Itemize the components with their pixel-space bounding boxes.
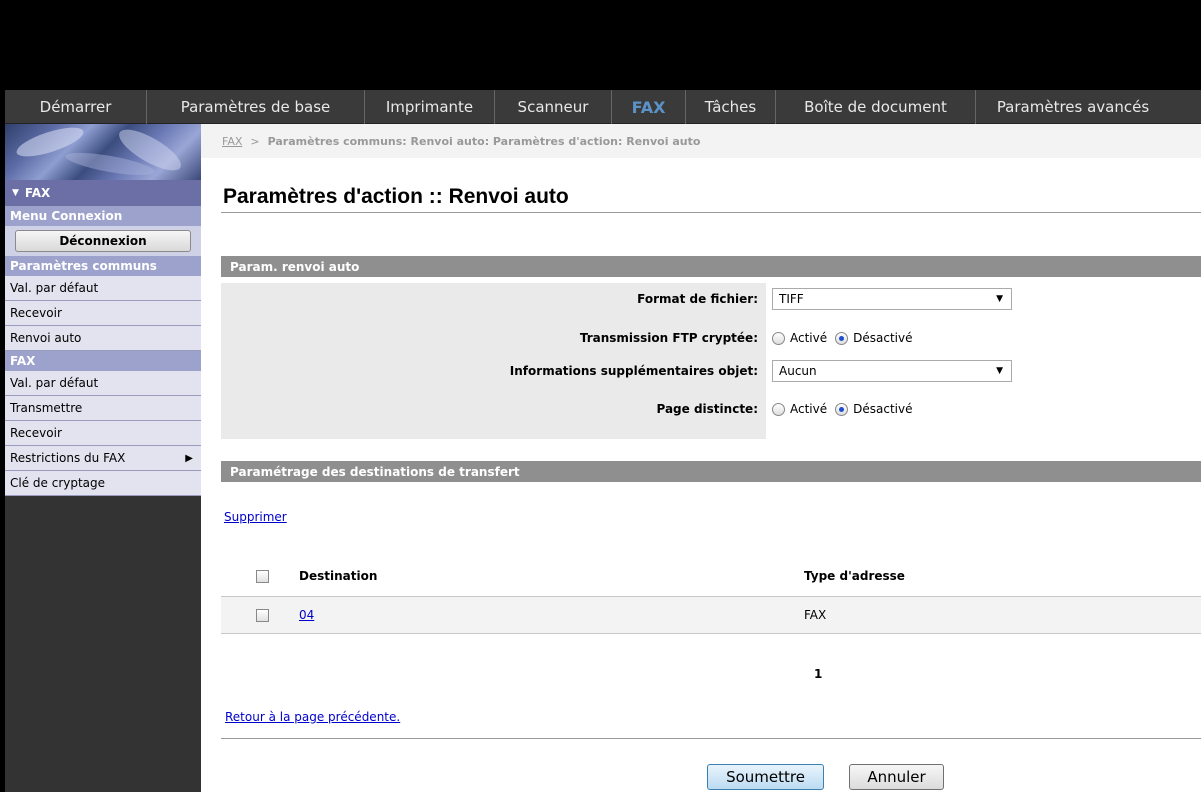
tab-demarrer[interactable]: Démarrer bbox=[5, 90, 147, 124]
file-format-label: Format de fichier: bbox=[637, 292, 758, 306]
bottom-divider bbox=[221, 738, 1201, 739]
cancel-button[interactable]: Annuler bbox=[849, 764, 944, 790]
tab-scanneur[interactable]: Scanneur bbox=[495, 90, 612, 124]
pagination-current-page[interactable]: 1 bbox=[814, 667, 822, 681]
separate-page-row: Page distincte: Activé Désactivé bbox=[221, 393, 1201, 425]
sidebar-item-auto-forward[interactable]: Renvoi auto bbox=[5, 326, 201, 351]
sidebar-item-transmit[interactable]: Transmettre bbox=[5, 396, 201, 421]
auto-forward-form: Format de fichier: TIFF ▼ Transmission F… bbox=[221, 283, 1201, 439]
main-navigation: Démarrer Paramètres de base Imprimante S… bbox=[5, 90, 1201, 124]
tab-taches[interactable]: Tâches bbox=[686, 90, 776, 124]
sidebar-connection-menu: Menu Connexion bbox=[5, 206, 201, 226]
sidebar-item-encryption-key[interactable]: Clé de cryptage bbox=[5, 471, 201, 496]
sidebar-item-fax-defaults[interactable]: Val. par défaut bbox=[5, 371, 201, 396]
ftp-encrypted-on-radio[interactable]: Activé bbox=[772, 331, 827, 345]
chevron-down-icon: ▼ bbox=[996, 366, 1003, 376]
separate-page-off-radio[interactable]: Désactivé bbox=[835, 402, 912, 416]
title-divider bbox=[221, 212, 1201, 213]
sidebar: ▼ FAX Menu Connexion Déconnexion Paramèt… bbox=[5, 124, 201, 792]
main-content: FAX > Paramètres communs: Renvoi auto: P… bbox=[201, 124, 1201, 792]
tab-fax[interactable]: FAX bbox=[612, 90, 686, 124]
separate-page-label: Page distincte: bbox=[656, 402, 758, 416]
file-format-select[interactable]: TIFF ▼ bbox=[772, 288, 1012, 310]
sidebar-item-common-receive[interactable]: Recevoir bbox=[5, 301, 201, 326]
sidebar-header[interactable]: ▼ FAX bbox=[5, 180, 201, 206]
subject-info-row: Informations supplémentaires objet: Aucu… bbox=[221, 355, 1201, 387]
chevron-down-icon: ▼ bbox=[996, 294, 1003, 304]
ftp-encrypted-row: Transmission FTP cryptée: Activé Désacti… bbox=[221, 322, 1201, 354]
column-destination: Destination bbox=[299, 569, 378, 583]
file-format-row: Format de fichier: TIFF ▼ bbox=[221, 283, 1201, 315]
breadcrumb-path: Paramètres communs: Renvoi auto: Paramèt… bbox=[267, 134, 701, 148]
select-all-checkbox[interactable] bbox=[256, 569, 269, 583]
section-transfer-destinations: Paramétrage des destinations de transfer… bbox=[221, 461, 1201, 482]
ftp-encrypted-label: Transmission FTP cryptée: bbox=[579, 331, 758, 345]
submit-button[interactable]: Soumettre bbox=[707, 764, 824, 790]
sidebar-section-common[interactable]: Paramètres communs bbox=[5, 256, 201, 276]
breadcrumb: FAX > Paramètres communs: Renvoi auto: P… bbox=[201, 124, 1201, 158]
subject-info-label: Informations supplémentaires objet: bbox=[509, 364, 758, 378]
triangle-right-icon: ▶ bbox=[185, 452, 193, 464]
top-banner bbox=[0, 0, 1201, 90]
sidebar-banner-image bbox=[5, 124, 201, 180]
sidebar-header-label: FAX bbox=[24, 186, 51, 200]
breadcrumb-separator: > bbox=[250, 134, 260, 148]
triangle-down-icon: ▼ bbox=[12, 188, 19, 198]
ftp-encrypted-off-radio[interactable]: Désactivé bbox=[835, 331, 912, 345]
tab-boite-de-document[interactable]: Boîte de document bbox=[776, 90, 976, 124]
section-auto-forward-settings: Param. renvoi auto bbox=[221, 256, 1201, 277]
tab-parametres-avances[interactable]: Paramètres avancés bbox=[976, 90, 1170, 124]
breadcrumb-fax-link[interactable]: FAX bbox=[222, 135, 242, 148]
page-title: Paramètres d'action :: Renvoi auto bbox=[223, 185, 569, 208]
delete-link[interactable]: Supprimer bbox=[224, 510, 287, 524]
sidebar-item-fax-restrictions[interactable]: Restrictions du FAX ▶ bbox=[5, 446, 201, 471]
subject-info-select[interactable]: Aucun ▼ bbox=[772, 360, 1012, 382]
table-row: 04 FAX bbox=[221, 597, 1201, 633]
row-checkbox[interactable] bbox=[256, 608, 269, 622]
separate-page-on-radio[interactable]: Activé bbox=[772, 402, 827, 416]
tab-parametres-de-base[interactable]: Paramètres de base bbox=[147, 90, 365, 124]
sidebar-section-fax[interactable]: FAX bbox=[5, 351, 201, 371]
sidebar-item-fax-receive[interactable]: Recevoir bbox=[5, 421, 201, 446]
back-to-previous-page-link[interactable]: Retour à la page précédente. bbox=[225, 710, 400, 724]
table-header: Destination Type d'adresse bbox=[221, 567, 1201, 585]
column-address-type: Type d'adresse bbox=[804, 569, 905, 583]
tab-imprimante[interactable]: Imprimante bbox=[365, 90, 495, 124]
logout-button[interactable]: Déconnexion bbox=[15, 230, 191, 252]
sidebar-logout-area: Déconnexion bbox=[5, 226, 201, 256]
sidebar-item-common-defaults[interactable]: Val. par défaut bbox=[5, 276, 201, 301]
address-type-cell: FAX bbox=[804, 608, 827, 622]
destination-link[interactable]: 04 bbox=[299, 608, 314, 622]
